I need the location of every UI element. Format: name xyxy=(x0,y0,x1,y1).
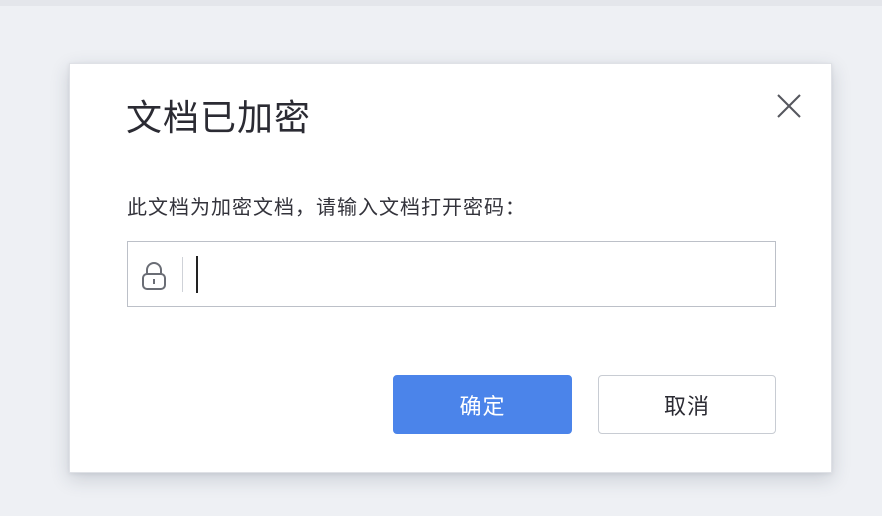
close-button[interactable] xyxy=(773,90,805,122)
cancel-button[interactable]: 取消 xyxy=(598,375,776,434)
encrypted-document-dialog: 文档已加密 此文档为加密文档，请输入文档打开密码： 确定 取消 xyxy=(69,63,832,473)
confirm-button[interactable]: 确定 xyxy=(393,375,572,434)
password-prompt: 此文档为加密文档，请输入文档打开密码： xyxy=(127,195,526,219)
password-field[interactable] xyxy=(127,241,776,307)
password-input[interactable] xyxy=(190,252,760,296)
dialog-title: 文档已加密 xyxy=(126,98,312,139)
close-icon xyxy=(777,94,801,118)
text-caret xyxy=(196,256,198,293)
backdrop xyxy=(0,0,882,6)
field-divider xyxy=(182,257,183,292)
lock-icon xyxy=(140,261,168,291)
